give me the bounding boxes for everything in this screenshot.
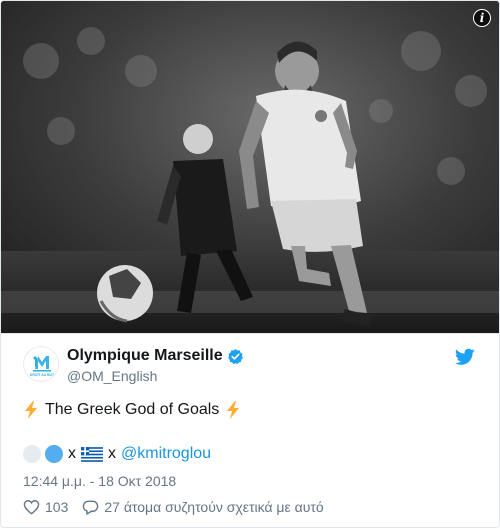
author-handle[interactable]: @OM_English [67,368,244,384]
lightning-emoji-icon [227,401,240,419]
avatar[interactable]: DROIT AU BUT [23,346,59,382]
tweet-header: DROIT AU BUT Olympique Marseille @OM_Eng… [23,346,479,386]
om-crest-icon: DROIT AU BUT [30,356,55,377]
svg-text:DROIT AU BUT: DROIT AU BUT [30,373,55,377]
white-circle-emoji-icon [23,445,41,463]
author-display-name[interactable]: Olympique Marseille [67,347,223,365]
conversation-text: 27 άτομα συζητούν σχετικά με αυτό [104,499,324,515]
verified-badge-icon [227,348,243,364]
info-icon[interactable]: i [473,9,491,27]
like-button[interactable]: 103 [23,499,68,515]
blue-circle-emoji-icon [45,445,63,463]
conversation-button[interactable]: 27 άτομα συζητούν σχετικά με αυτό [82,499,324,515]
tweet-timestamp[interactable]: 12:44 μ.μ. - 18 Οκτ 2018 [23,473,176,489]
mention-link[interactable]: @kmitroglou [121,445,211,463]
author-block: Olympique Marseille @OM_English [67,347,244,384]
reply-bubble-icon [83,500,99,515]
photo-image [1,1,499,333]
lightning-emoji-icon [25,401,37,419]
heart-icon [23,500,40,515]
like-count: 103 [45,499,69,515]
embedded-tweet-card: i DROIT AU BUT Olympique Marseille @OM_E… [0,0,500,528]
mention-row: x x @kmitroglou [23,445,211,463]
tweet-body-text: The Greek God of Goals [45,401,220,418]
greek-flag-icon [81,446,103,462]
tweet-actions: 103 27 άτομα συζητούν σχετικά με αυτό [23,499,324,515]
tweet-text: The Greek God of Goals [23,401,241,419]
tweet-photo[interactable]: i [1,1,499,334]
twitter-bird-icon[interactable] [455,348,475,366]
separator-x: x [108,445,116,462]
football [97,265,153,323]
separator-x: x [68,445,76,462]
